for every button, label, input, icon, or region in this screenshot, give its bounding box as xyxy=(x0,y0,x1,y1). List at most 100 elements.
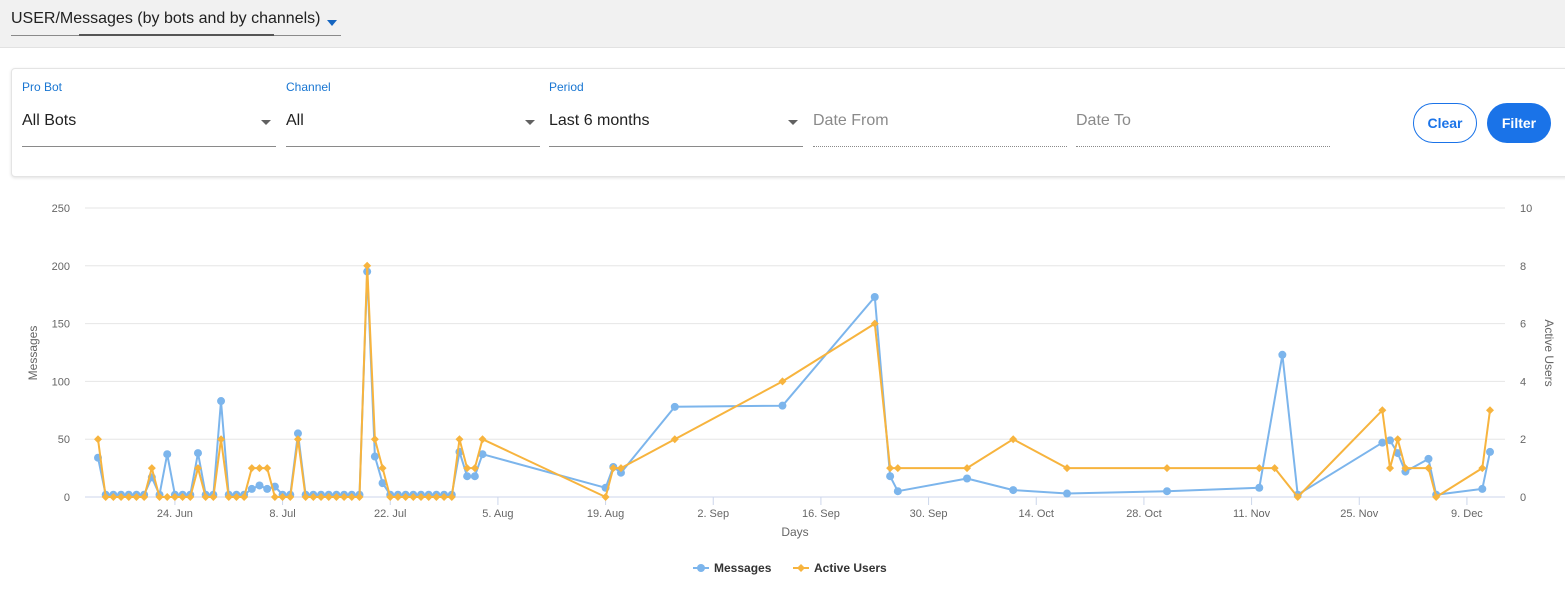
filter-button[interactable]: Filter xyxy=(1487,103,1551,143)
clear-button[interactable]: Clear xyxy=(1413,103,1477,143)
data-point-active-users[interactable] xyxy=(363,261,372,270)
chevron-down-icon xyxy=(525,120,535,125)
channel-select-value: All xyxy=(286,112,304,129)
data-point-messages[interactable] xyxy=(217,397,226,406)
date-from-field[interactable]: Date From xyxy=(813,69,1067,149)
data-point-active-users[interactable] xyxy=(1063,464,1072,473)
data-point-active-users[interactable] xyxy=(94,435,102,444)
chevron-down-icon xyxy=(788,120,798,125)
data-point-messages[interactable] xyxy=(255,481,264,490)
y-axis-right-label: Active Users xyxy=(1542,319,1556,386)
y-left-tick-label: 100 xyxy=(52,376,70,388)
y-right-tick-label: 8 xyxy=(1520,261,1526,273)
data-point-active-users[interactable] xyxy=(478,435,487,444)
data-point-messages[interactable] xyxy=(1162,487,1171,496)
y-left-tick-label: 0 xyxy=(64,492,70,504)
data-point-messages[interactable] xyxy=(1378,438,1387,447)
data-point-messages[interactable] xyxy=(163,450,172,459)
bot-select-label: Pro Bot xyxy=(22,80,63,94)
left-axis-ticks: 0 50 100 150 200 250 xyxy=(52,203,70,504)
period-select[interactable]: Period Last 6 months xyxy=(549,69,803,149)
data-point-messages[interactable] xyxy=(370,452,379,461)
x-tick-label: 2. Sep xyxy=(697,508,729,520)
data-point-active-users[interactable] xyxy=(147,464,156,473)
messages-chart: 0 50 100 150 200 250 0 2 4 6 8 10 24. Jun 8. Jul 22.… xyxy=(26,203,1556,575)
data-point-active-users[interactable] xyxy=(370,435,379,444)
data-point-messages[interactable] xyxy=(778,401,787,410)
data-point-messages[interactable] xyxy=(1424,454,1433,463)
data-point-active-users[interactable] xyxy=(670,435,679,444)
data-point-active-users[interactable] xyxy=(886,464,895,473)
selector-underline xyxy=(79,34,274,36)
bot-select[interactable]: Pro Bot All Bots xyxy=(22,69,276,149)
y-right-tick-label: 6 xyxy=(1520,319,1526,331)
data-point-messages[interactable] xyxy=(963,474,972,483)
date-to-field[interactable]: Date To xyxy=(1076,69,1330,149)
legend-marker-messages xyxy=(697,564,705,572)
x-tick-label: 25. Nov xyxy=(1340,508,1378,520)
data-point-active-users[interactable] xyxy=(1393,435,1402,444)
data-point-messages[interactable] xyxy=(1478,484,1487,493)
data-point-messages[interactable] xyxy=(1278,350,1287,359)
period-select-label: Period xyxy=(549,80,584,94)
channel-select[interactable]: Channel All xyxy=(286,69,540,149)
legend-marker-active-users xyxy=(797,564,805,572)
y-right-tick-label: 2 xyxy=(1520,434,1526,446)
data-point-messages[interactable] xyxy=(886,472,895,481)
data-point-active-users[interactable] xyxy=(263,464,272,473)
data-point-active-users[interactable] xyxy=(1486,406,1494,415)
data-point-active-users[interactable] xyxy=(601,493,610,501)
y-left-tick-label: 50 xyxy=(58,434,70,446)
x-axis-label: Days xyxy=(781,525,808,539)
legend-item-messages[interactable]: Messages xyxy=(693,561,772,575)
x-tick-label: 14. Oct xyxy=(1019,508,1054,520)
filter-panel: Pro Bot All Bots Channel All Period Last… xyxy=(11,68,1565,177)
data-point-active-users[interactable] xyxy=(270,493,279,501)
legend-item-active-users[interactable]: Active Users xyxy=(793,561,887,575)
data-point-active-users[interactable] xyxy=(293,435,302,444)
data-point-active-users[interactable] xyxy=(255,464,264,473)
data-point-messages[interactable] xyxy=(247,484,256,493)
data-point-messages[interactable] xyxy=(870,293,879,302)
series-line-messages xyxy=(97,270,1491,496)
x-tick-label: 28. Oct xyxy=(1126,508,1161,520)
y-right-tick-label: 4 xyxy=(1520,376,1526,388)
right-axis-ticks: 0 2 4 6 8 10 xyxy=(1520,203,1532,504)
data-point-messages[interactable] xyxy=(463,472,472,481)
x-tick-label: 9. Dec xyxy=(1451,508,1483,520)
data-point-messages[interactable] xyxy=(670,402,679,411)
y-left-tick-label: 200 xyxy=(52,261,70,273)
bot-select-value: All Bots xyxy=(22,112,77,129)
grid-lines xyxy=(85,207,1505,498)
y-left-tick-label: 250 xyxy=(52,203,70,215)
data-point-messages[interactable] xyxy=(263,484,272,493)
report-selector[interactable]: USER/Messages (by bots and by channels) xyxy=(11,6,341,36)
data-point-messages[interactable] xyxy=(1009,486,1018,495)
data-point-messages[interactable] xyxy=(193,449,202,458)
data-point-active-users[interactable] xyxy=(163,493,172,501)
data-point-messages[interactable] xyxy=(1255,483,1264,492)
data-point-active-users[interactable] xyxy=(1386,464,1395,473)
data-point-active-users[interactable] xyxy=(1162,464,1171,473)
date-to-placeholder: Date To xyxy=(1076,112,1131,129)
data-point-messages[interactable] xyxy=(1486,447,1494,456)
data-point-messages[interactable] xyxy=(1063,489,1072,498)
x-tick-label: 22. Jul xyxy=(374,508,406,520)
channel-select-label: Channel xyxy=(286,80,331,94)
legend-label-messages: Messages xyxy=(714,561,772,575)
data-point-active-users[interactable] xyxy=(247,464,256,473)
data-point-messages[interactable] xyxy=(470,472,479,481)
legend[interactable]: Messages Active Users xyxy=(693,561,887,575)
date-from-placeholder: Date From xyxy=(813,112,889,129)
field-underline xyxy=(549,146,803,147)
top-bar: USER/Messages (by bots and by channels) xyxy=(0,0,1565,48)
y-right-tick-label: 0 xyxy=(1520,492,1526,504)
y-left-tick-label: 150 xyxy=(52,319,70,331)
data-point-active-users[interactable] xyxy=(893,464,902,473)
data-point-messages[interactable] xyxy=(893,487,902,496)
data-point-active-users[interactable] xyxy=(455,435,464,444)
x-tick-label: 5. Aug xyxy=(482,508,513,520)
legend-label-active-users: Active Users xyxy=(814,561,887,575)
x-tick-label: 24. Jun xyxy=(157,508,193,520)
x-tick-label: 8. Jul xyxy=(269,508,295,520)
